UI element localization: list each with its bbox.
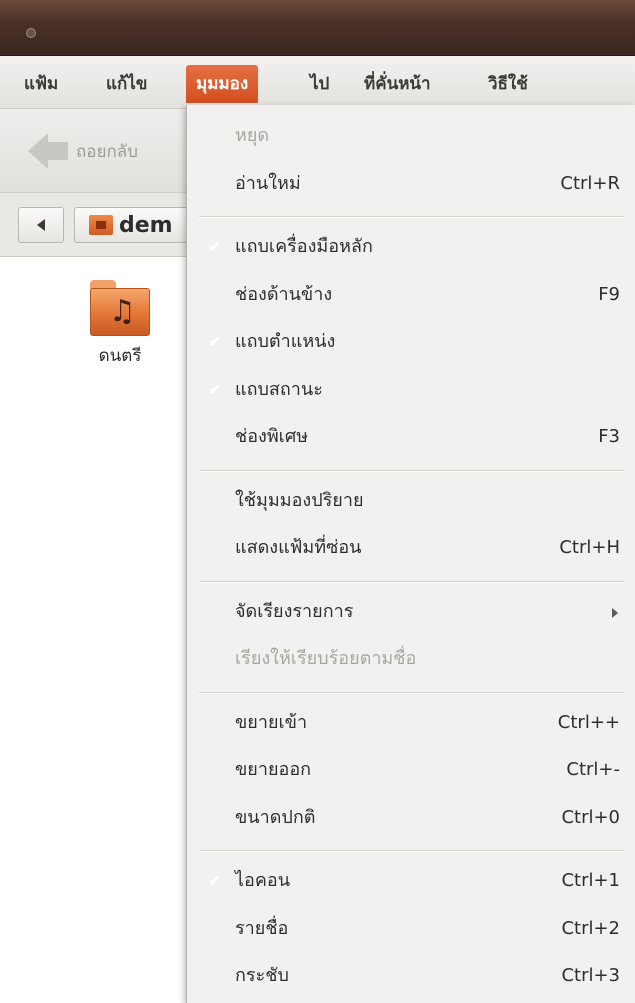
menu-separator <box>199 469 624 472</box>
view-menu-item-21[interactable]: กระชับ Ctrl+3 <box>187 957 635 995</box>
view-menu-item-17[interactable]: ขนาดปกติ Ctrl+0 <box>187 799 635 837</box>
menu-item-shortcut: Ctrl+R <box>560 172 620 194</box>
view-menu-item-3[interactable]: ✔ แถบเครื่องมือหลัก <box>187 228 635 266</box>
checkmark-icon: ✔ <box>208 237 222 256</box>
menu-edit[interactable]: แก้ไข <box>96 65 157 103</box>
music-folder-icon[interactable]: ♫ <box>90 280 150 336</box>
view-menu-item-13: เรียงให้เรียบร้อยตามชื่อ <box>187 640 635 678</box>
window-titlebar[interactable] <box>0 0 635 56</box>
view-menu-item-12[interactable]: จัดเรียงรายการ <box>187 593 635 631</box>
menu-item-shortcut: Ctrl++ <box>557 711 620 733</box>
back-arrow-tail <box>48 142 68 160</box>
menu-item-label: แถบสถานะ <box>235 378 323 400</box>
music-note-icon: ♫ <box>109 294 136 329</box>
view-menu-item-10[interactable]: แสดงแฟ้มที่ซ่อน Ctrl+H <box>187 529 635 567</box>
menu-item-shortcut: F9 <box>598 283 620 305</box>
home-folder-icon <box>89 215 113 235</box>
back-button[interactable]: ถอยกลับ <box>28 127 138 175</box>
menu-item-shortcut: Ctrl+1 <box>561 870 620 891</box>
menu-item-label: ช่องพิเศษ <box>235 426 309 447</box>
menu-item-label: เรียงให้เรียบร้อยตามชื่อ <box>235 648 417 669</box>
view-menu-item-9[interactable]: ใช้มุมมองปริยาย <box>187 482 635 520</box>
view-menu-item-1[interactable]: อ่านใหม่ Ctrl+R <box>187 165 635 203</box>
menu-item-label: ช่องด้านข้าง <box>235 283 333 305</box>
path-scroll-left-button[interactable] <box>18 207 64 243</box>
view-menu-dropdown: หยุดอ่านใหม่ Ctrl+R ✔ แถบเครื่องมือหลักช่อง… <box>186 105 635 1003</box>
menu-help[interactable]: วิธีใช้ <box>478 65 538 103</box>
window-close-icon[interactable] <box>26 28 36 38</box>
view-menu-item-0: หยุด <box>187 117 635 155</box>
menu-item-shortcut: Ctrl+- <box>566 759 620 780</box>
menu-item-shortcut: Ctrl+H <box>559 537 620 558</box>
menu-item-label: ไอคอน <box>235 870 291 891</box>
menu-separator <box>199 580 624 583</box>
menu-item-shortcut: Ctrl+2 <box>561 917 620 939</box>
menu-view[interactable]: มุมมอง <box>186 65 259 103</box>
menu-item-shortcut: Ctrl+3 <box>561 965 620 986</box>
view-menu-item-15[interactable]: ขยายเข้า Ctrl++ <box>187 704 635 742</box>
menu-item-label: ขยายออก <box>235 759 312 780</box>
menu-item-label: รายชื่อ <box>235 917 289 939</box>
view-menu-item-19[interactable]: ✔ ไอคอน Ctrl+1 <box>187 862 635 900</box>
menu-item-label: ขนาดปกติ <box>235 806 316 828</box>
menu-item-label: แถบเครื่องมือหลัก <box>235 236 373 257</box>
menu-item-label: ขยายเข้า <box>235 711 308 733</box>
menu-file[interactable]: แฟ้ม <box>14 65 68 103</box>
menu-bookmarks[interactable]: ที่คั่นหน้า <box>354 65 441 103</box>
menu-separator <box>199 691 624 694</box>
checkmark-icon: ✔ <box>208 379 222 399</box>
view-menu-item-5[interactable]: ✔ แถบตำแหน่ง <box>187 323 635 361</box>
menu-item-label: แถบตำแหน่ง <box>235 331 336 352</box>
checkmark-icon: ✔ <box>208 871 222 890</box>
menu-item-label: จัดเรียงรายการ <box>235 600 354 622</box>
menu-separator <box>199 216 624 218</box>
back-arrow-icon <box>28 133 48 169</box>
menu-item-label: ใช้มุมมองปริยาย <box>235 489 364 511</box>
checkmark-icon: ✔ <box>208 332 222 351</box>
back-button-label: ถอยกลับ <box>76 141 138 162</box>
view-menu-item-6[interactable]: ✔ แถบสถานะ <box>187 371 635 409</box>
submenu-arrow-icon <box>612 607 618 618</box>
menu-item-shortcut: F3 <box>598 426 620 447</box>
menu-separator <box>199 850 624 852</box>
menubar: แฟ้ม แก้ไข มุมมอง ไป ที่คั่นหน้า วิธีใช้ <box>0 56 635 109</box>
view-menu-item-20[interactable]: รายชื่อ Ctrl+2 <box>187 910 635 948</box>
menu-item-label: แสดงแฟ้มที่ซ่อน <box>235 537 362 558</box>
view-menu-item-16[interactable]: ขยายออก Ctrl+- <box>187 751 635 789</box>
folder-body: ♫ <box>90 288 150 336</box>
breadcrumb-label: dem <box>119 212 173 238</box>
view-menu-item-4[interactable]: ช่องด้านข้าง F9 <box>187 276 635 314</box>
file-label[interactable]: ดนตรี <box>70 342 170 369</box>
menu-item-label: กระชับ <box>235 965 289 986</box>
chevron-left-icon <box>37 219 45 231</box>
menu-item-label: หยุด <box>235 125 270 146</box>
menu-go[interactable]: ไป <box>300 65 339 103</box>
menu-item-shortcut: Ctrl+0 <box>561 806 620 828</box>
view-menu-item-7[interactable]: ช่องพิเศษ F3 <box>187 418 635 456</box>
menu-item-label: อ่านใหม่ <box>235 172 301 194</box>
